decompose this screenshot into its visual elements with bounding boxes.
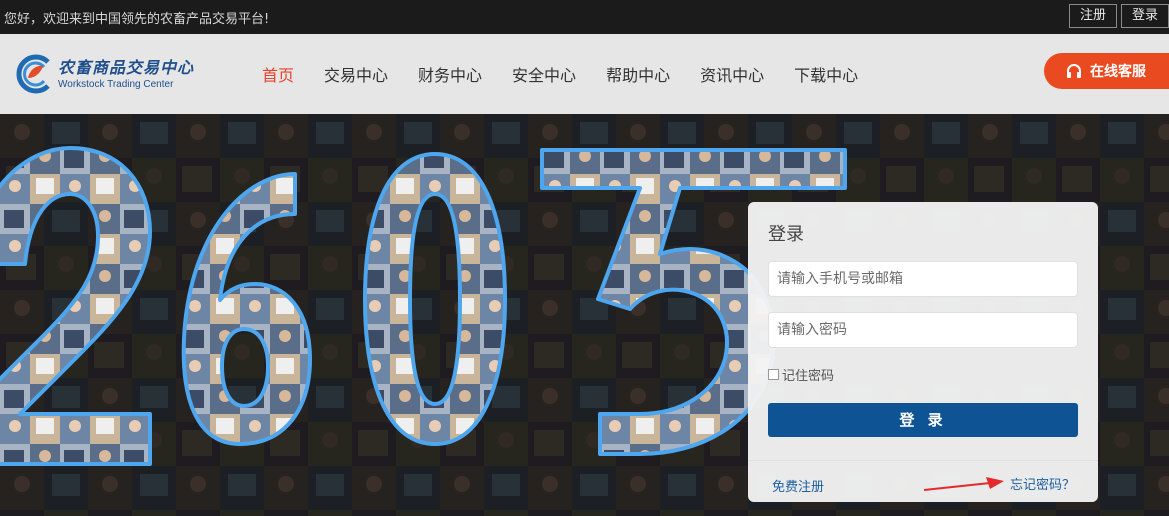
header: 农畜商品交易中心 Workstock Trading Center 首页 交易中… (0, 34, 1169, 114)
nav-item-finance[interactable]: 财务中心 (418, 62, 482, 86)
welcome-text: 您好，欢迎来到中国领先的农畜产品交易平台! (4, 12, 270, 27)
logo-title: 农畜商品交易中心 (58, 58, 195, 77)
logo[interactable]: 农畜商品交易中心 Workstock Trading Center (14, 52, 194, 98)
remember-label: 记住密码 (782, 369, 835, 384)
top-bar: 您好，欢迎来到中国领先的农畜产品交易平台! 注册 登录 (0, 0, 1169, 34)
login-panel: 登录 记住密码 登 录 免费注册 忘记密码？ (748, 202, 1098, 502)
login-title: 登录 (768, 224, 804, 245)
password-input[interactable] (768, 312, 1078, 348)
remember-checkbox[interactable] (768, 369, 779, 380)
logo-subtitle: Workstock Trading Center (58, 79, 174, 90)
login-submit-button[interactable]: 登 录 (768, 403, 1078, 437)
nav-item-news[interactable]: 资讯中心 (700, 62, 764, 86)
nav-item-help[interactable]: 帮助中心 (606, 62, 670, 86)
main-nav: 首页 交易中心 财务中心 安全中心 帮助中心 资讯中心 下载中心 (262, 62, 888, 86)
online-service-button[interactable]: 在线客服 (1044, 53, 1169, 89)
forgot-password-link[interactable]: 忘记密码？ (1010, 474, 1075, 493)
free-register-link[interactable]: 免费注册 (772, 476, 824, 495)
nav-item-download[interactable]: 下载中心 (794, 62, 858, 86)
divider (748, 460, 1098, 461)
login-link[interactable]: 登录 (1120, 4, 1169, 28)
top-links: 注册 登录 (1065, 4, 1169, 28)
phone-email-input[interactable] (768, 261, 1078, 297)
logo-emblem-icon (16, 54, 50, 94)
remember-password[interactable]: 记住密码 (768, 365, 834, 384)
nav-item-trading[interactable]: 交易中心 (324, 62, 388, 86)
nav-item-security[interactable]: 安全中心 (512, 62, 576, 86)
online-service-label: 在线客服 (1090, 64, 1146, 80)
nav-item-home[interactable]: 首页 (262, 62, 294, 86)
register-link[interactable]: 注册 (1068, 4, 1117, 28)
annotation-arrow-icon (923, 477, 1004, 491)
headset-icon (1067, 64, 1081, 78)
